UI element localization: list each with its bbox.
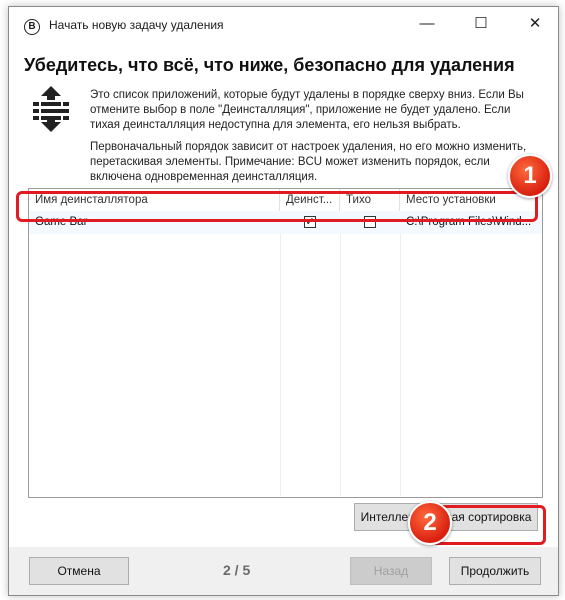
footer-bar: Отмена 2 / 5 Назад Продолжить (9, 547, 558, 595)
column-divider (400, 234, 401, 496)
page-indicator: 2 / 5 (223, 562, 251, 578)
description: Это список приложений, которые будут уда… (90, 88, 540, 192)
row-highlight-annotation (16, 191, 538, 222)
column-divider (280, 234, 281, 496)
window-title: Начать новую задачу удаления (49, 18, 224, 32)
step-badge-1: 1 (508, 154, 552, 198)
uninstall-list-table: Имя деинсталлятора Деинст... Тихо Место … (28, 188, 543, 498)
continue-button[interactable]: Продолжить (449, 557, 541, 585)
cancel-button[interactable]: Отмена (29, 557, 129, 585)
description-paragraph-1: Это список приложений, которые будут уда… (90, 89, 524, 131)
step-badge-2: 2 (408, 501, 452, 545)
description-paragraph-2: Первоначальный порядок зависит от настро… (90, 141, 527, 183)
page-heading: Убедитесь, что всё, что ниже, безопасно … (24, 55, 515, 75)
back-button[interactable]: Назад (350, 557, 432, 585)
sort-order-icon (33, 86, 69, 132)
column-divider (340, 234, 341, 496)
minimize-button[interactable]: — (404, 7, 450, 39)
maximize-button[interactable]: ☐ (458, 7, 504, 39)
close-button[interactable]: ✕ (512, 7, 558, 39)
bcu-app-icon: B (24, 19, 40, 35)
title-bar: B Начать новую задачу удаления — ☐ ✕ (9, 7, 558, 45)
